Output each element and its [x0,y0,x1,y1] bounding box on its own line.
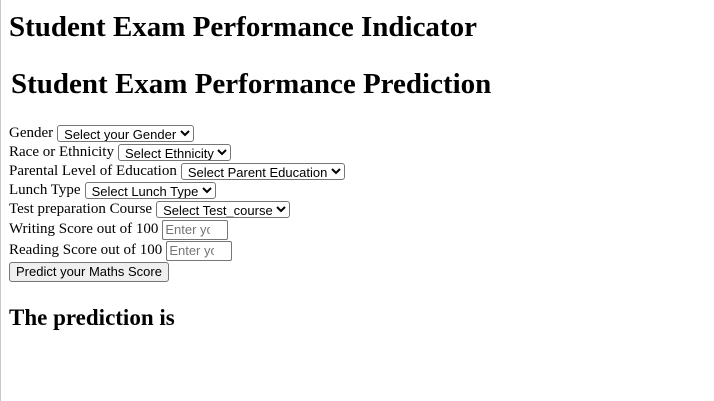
predict-button[interactable]: Predict your Maths Score [9,262,169,282]
parent-education-label: Parental Level of Education [9,163,177,179]
ethnicity-select[interactable]: Select Ethnicity [117,144,231,161]
gender-label: Gender [9,125,54,141]
reading-score-input[interactable] [166,240,233,261]
test-course-row: Test preparation Course Select Test_cour… [9,200,699,219]
test-course-select[interactable]: Select Test_course [156,201,291,218]
submit-row: Predict your Maths Score [9,261,699,283]
writing-score-input[interactable] [162,219,229,240]
ethnicity-row: Race or Ethnicity Select Ethnicity [9,143,699,162]
writing-score-row: Writing Score out of 100 [9,219,699,240]
lunch-row: Lunch Type Select Lunch Type [9,181,699,200]
lunch-label: Lunch Type [9,182,81,198]
prediction-form: Gender Select your Gender Race or Ethnic… [9,124,699,283]
page-left-border [0,0,1,401]
writing-score-label: Writing Score out of 100 [9,221,159,237]
reading-score-row: Reading Score out of 100 [9,240,699,261]
parent-education-select[interactable]: Select Parent Education [180,163,345,180]
page-title: Student Exam Performance Indicator [9,11,477,43]
parent-education-row: Parental Level of Education Select Paren… [9,162,699,181]
ethnicity-label: Race or Ethnicity [9,144,114,160]
form-title: Student Exam Performance Prediction [11,68,492,100]
gender-select[interactable]: Select your Gender [57,125,195,142]
lunch-select[interactable]: Select Lunch Type [84,182,216,199]
gender-row: Gender Select your Gender [9,124,699,143]
reading-score-label: Reading Score out of 100 [9,242,163,258]
prediction-result: The prediction is [9,305,175,330]
test-course-label: Test preparation Course [9,201,153,217]
